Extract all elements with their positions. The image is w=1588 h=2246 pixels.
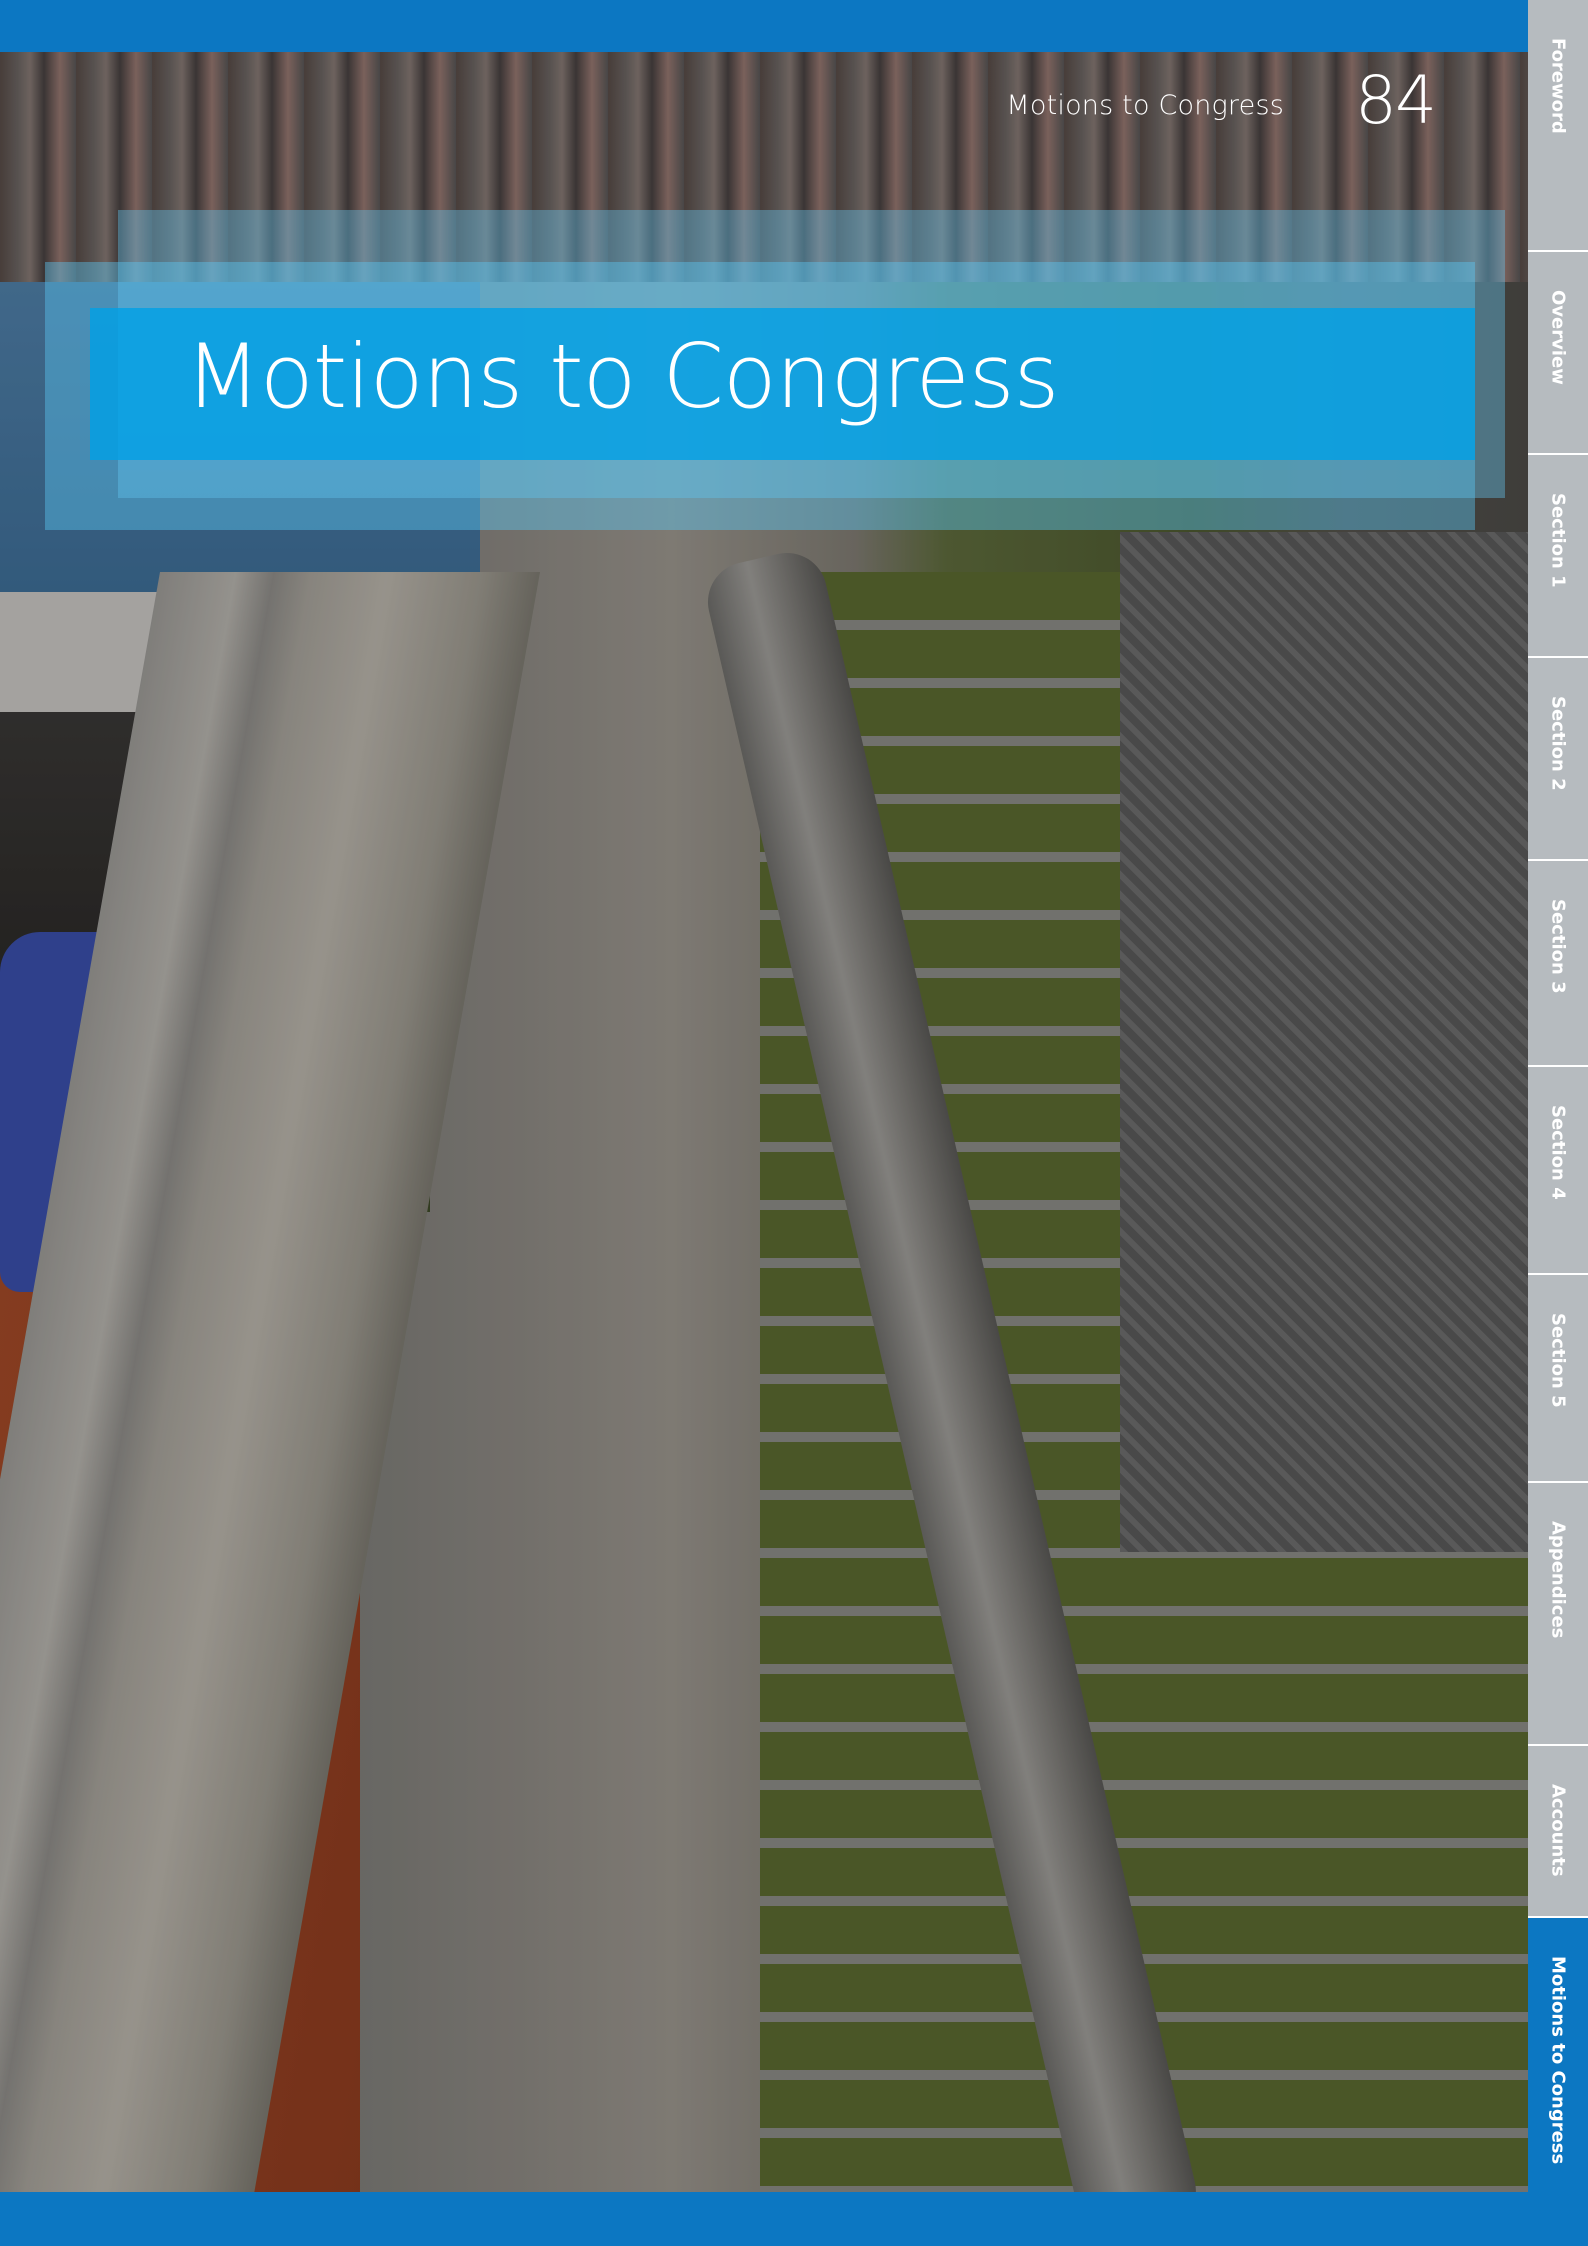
bottom-bar (0, 2192, 1528, 2246)
running-header: Motions to Congress (1006, 90, 1284, 121)
nav-tab-section-5[interactable]: Section 5 (1528, 1275, 1588, 1483)
nav-tab-section-3[interactable]: Section 3 (1528, 861, 1588, 1067)
page-number: 84 (1355, 62, 1437, 139)
nav-tab-label: Section 5 (1547, 1313, 1569, 1408)
nav-tab-label: Motions to Congress (1547, 1956, 1569, 2165)
nav-tab-section-4[interactable]: Section 4 (1528, 1067, 1588, 1275)
nav-tab-section-1[interactable]: Section 1 (1528, 455, 1588, 658)
nav-tab-overview[interactable]: Overview (1528, 252, 1588, 455)
nav-tab-section-2[interactable]: Section 2 (1528, 658, 1588, 861)
nav-tab-label: Appendices (1547, 1521, 1569, 1639)
nav-tab-label: Foreword (1547, 38, 1569, 134)
nav-tab-label: Section 3 (1547, 899, 1569, 994)
nav-tab-label: Section 2 (1547, 696, 1569, 791)
section-nav: Foreword Overview Section 1 Section 2 Se… (1528, 0, 1588, 2246)
nav-tab-appendices[interactable]: Appendices (1528, 1483, 1588, 1746)
nav-tab-motions-to-congress[interactable]: Motions to Congress (1528, 1918, 1588, 2246)
document-page: Motions to Congress 84 Motions to Congre… (0, 0, 1588, 2246)
nav-tab-label: Section 4 (1547, 1105, 1569, 1200)
page-title: Motions to Congress (185, 325, 1059, 428)
nav-tab-foreword[interactable]: Foreword (1528, 0, 1588, 252)
nav-tab-label: Section 1 (1547, 493, 1569, 588)
top-bar (0, 0, 1528, 52)
nav-tab-accounts[interactable]: Accounts (1528, 1746, 1588, 1918)
nav-tab-label: Overview (1547, 290, 1569, 385)
nav-tab-label: Accounts (1547, 1784, 1569, 1877)
